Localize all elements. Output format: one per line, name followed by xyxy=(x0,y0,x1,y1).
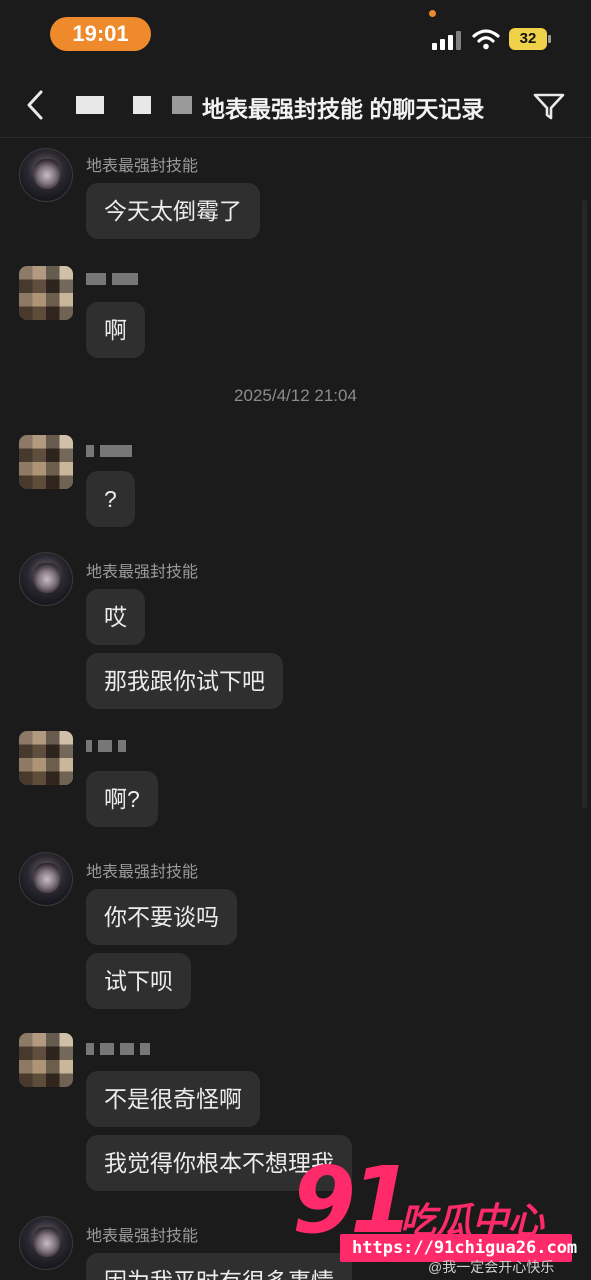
battery-icon: 32 xyxy=(509,28,551,50)
message-bubble[interactable]: 今天太倒霉了 xyxy=(86,183,260,239)
status-bar: 19:01 32 xyxy=(0,0,591,70)
avatar[interactable] xyxy=(19,552,73,606)
page-title: 地表最强封技能 的聊天记录 xyxy=(202,96,485,122)
avatar[interactable] xyxy=(19,852,73,906)
battery-level: 32 xyxy=(509,28,547,50)
message-bubble[interactable]: ? xyxy=(86,471,135,527)
message-bubble[interactable]: 那我跟你试下吧 xyxy=(86,653,283,709)
message-bubble[interactable]: 试下呗 xyxy=(86,953,191,1009)
sender-name: 地表最强封技能 xyxy=(86,158,199,175)
message-bubble[interactable]: 啊? xyxy=(86,771,158,827)
message-timestamp: 2025/4/12 21:04 xyxy=(234,386,357,405)
message-bubble[interactable]: 哎 xyxy=(86,589,145,645)
filter-icon[interactable] xyxy=(532,90,566,122)
sender-name-redacted xyxy=(86,740,126,752)
avatar[interactable] xyxy=(19,148,73,202)
status-time: 19:01 xyxy=(50,17,151,51)
avatar[interactable] xyxy=(19,1216,73,1270)
signal-icon xyxy=(432,30,462,50)
message-bubble[interactable]: 啊 xyxy=(86,302,145,358)
scrollbar[interactable] xyxy=(582,199,587,809)
watermark-weibo-handle: @我一定会开心快乐 xyxy=(428,1259,555,1275)
title-redaction xyxy=(133,96,151,114)
message-bubble[interactable]: 不是很奇怪啊 xyxy=(86,1071,260,1127)
sender-name-redacted xyxy=(86,273,138,285)
title-redaction xyxy=(172,96,192,114)
sender-name: 地表最强封技能 xyxy=(86,864,199,881)
avatar[interactable] xyxy=(19,731,73,785)
sender-name: 地表最强封技能 xyxy=(86,564,199,581)
avatar[interactable] xyxy=(19,435,73,489)
watermark-url: https://91chigua26.com xyxy=(352,1238,578,1258)
sender-name: 地表最强封技能 xyxy=(86,1228,199,1245)
sender-name-redacted xyxy=(86,1043,150,1055)
back-arrow-icon[interactable] xyxy=(22,88,50,122)
avatar[interactable] xyxy=(19,1033,73,1087)
wifi-icon xyxy=(472,29,500,50)
title-redaction xyxy=(76,96,104,114)
message-bubble[interactable]: 你不要谈吗 xyxy=(86,889,237,945)
chat-header: 地表最强封技能 的聊天记录 xyxy=(0,70,591,138)
avatar[interactable] xyxy=(19,266,73,320)
sender-name-redacted xyxy=(86,445,132,457)
chat-history-list[interactable]: 地表最强封技能 今天太倒霉了 啊 2025/4/12 21:04 ? 地表最强封… xyxy=(0,139,591,1280)
privacy-indicator-dot xyxy=(429,10,436,17)
message-bubble[interactable]: 因为我平时有很多事情 xyxy=(86,1253,352,1280)
